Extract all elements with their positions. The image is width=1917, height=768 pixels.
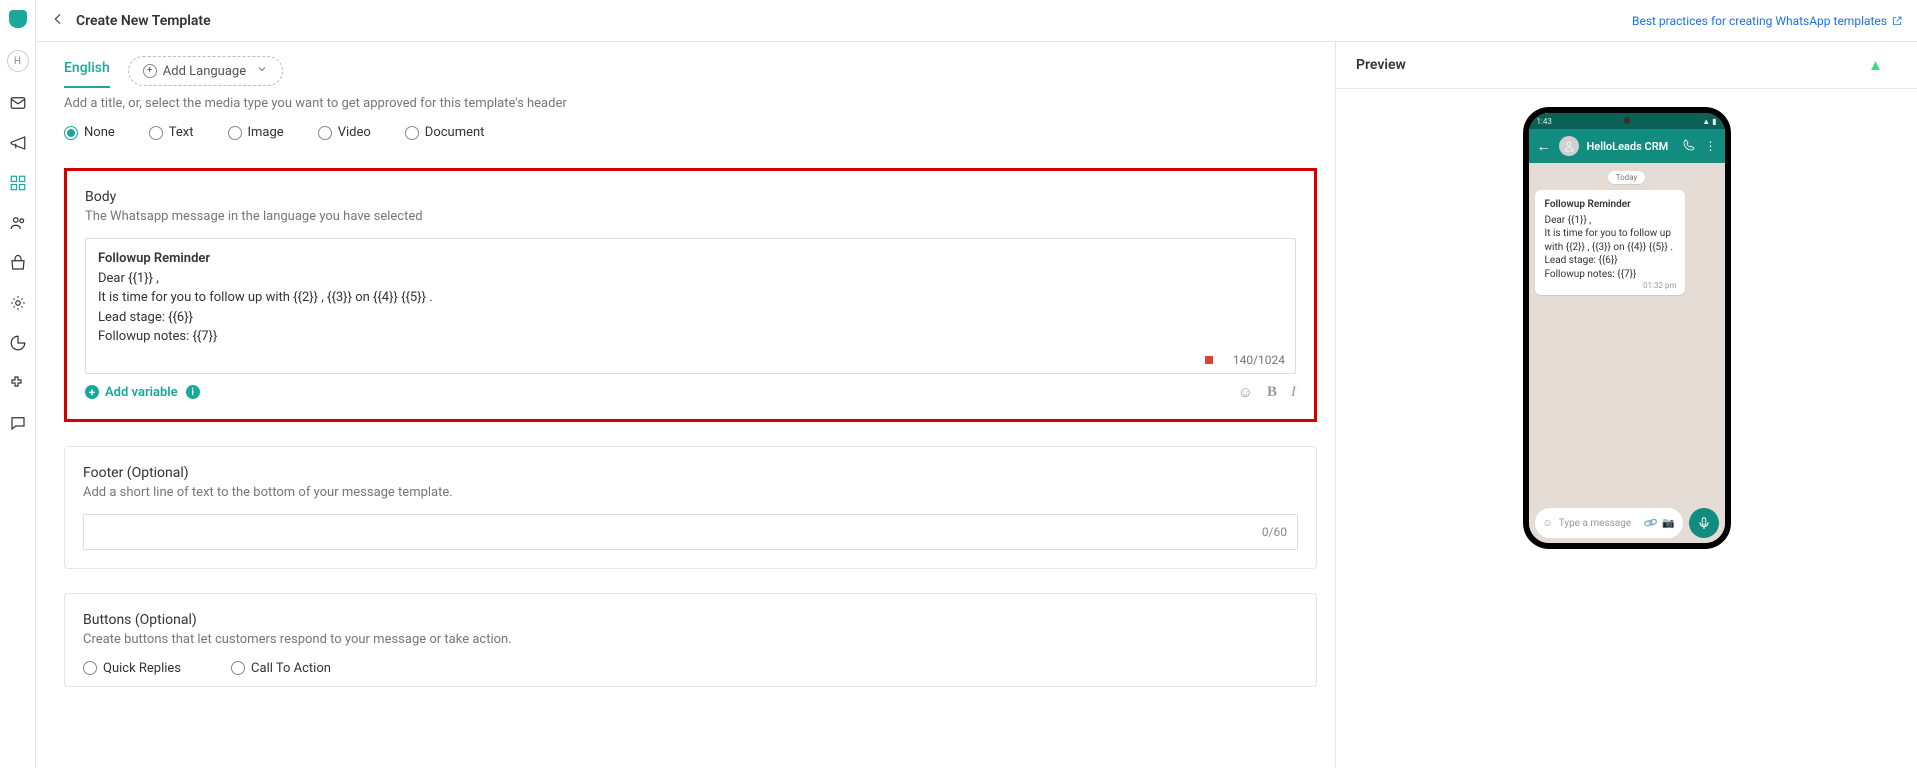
back-arrow-icon[interactable] — [50, 11, 66, 31]
language-tab-english[interactable]: English — [64, 54, 110, 88]
radio-none-label: None — [84, 125, 115, 140]
chevron-down-icon — [256, 63, 268, 79]
add-variable-button[interactable]: + Add variable i — [85, 385, 200, 400]
campaigns-icon[interactable] — [9, 134, 27, 152]
body-section-card: Body The Whatsapp message in the languag… — [64, 168, 1317, 422]
message-title: Followup Reminder — [1545, 198, 1675, 212]
buttons-section-card: Buttons (Optional) Create buttons that l… — [64, 593, 1317, 687]
page-title: Create New Template — [76, 13, 211, 29]
more-icon[interactable]: ⋮ — [1705, 139, 1717, 154]
radio-video-label: Video — [338, 125, 371, 140]
contact-name: HelloLeads CRM — [1587, 140, 1675, 153]
emoji-icon[interactable]: ☺ — [1238, 384, 1253, 401]
preview-title: Preview — [1356, 57, 1406, 73]
body-textarea[interactable]: Followup Reminder Dear {{1}} , It is tim… — [86, 239, 1295, 373]
radio-quick-replies[interactable]: Quick Replies — [83, 661, 181, 676]
header-media-radio-group: None Text Image Video Document — [64, 125, 1317, 140]
body-char-count: 140/1024 — [1205, 353, 1285, 367]
radio-text[interactable]: Text — [149, 125, 194, 140]
add-variable-label: Add variable — [105, 385, 178, 400]
message-bubble: Followup Reminder Dear {{1}} , It is tim… — [1535, 190, 1685, 295]
wa-mic-button[interactable] — [1689, 508, 1719, 538]
wa-input[interactable]: ☺ Type a message 🔗 📷 — [1535, 508, 1683, 538]
plus-circle-icon: + — [143, 64, 157, 78]
phone-mockup: 1:43 ▲ ▮ ← HelloLeads CRM ⋮ — [1523, 107, 1731, 549]
radio-text-label: Text — [169, 125, 194, 140]
contact-avatar — [1559, 136, 1579, 156]
add-language-button[interactable]: + Add Language — [128, 56, 283, 86]
external-link-icon — [1891, 15, 1903, 27]
buttons-section-desc: Create buttons that let customers respon… — [83, 632, 1298, 647]
info-icon: i — [186, 385, 200, 399]
italic-icon[interactable]: I — [1291, 384, 1296, 401]
phone-notch — [1623, 117, 1630, 124]
integrations-icon[interactable] — [9, 374, 27, 392]
footer-section-card: Footer (Optional) Add a short line of te… — [64, 446, 1317, 569]
contacts-icon[interactable] — [9, 214, 27, 232]
settings-icon[interactable] — [9, 294, 27, 312]
wa-back-icon[interactable]: ← — [1537, 138, 1551, 155]
mail-icon[interactable] — [9, 94, 27, 112]
call-icon[interactable] — [1683, 139, 1695, 154]
footer-char-count: 0/60 — [1262, 525, 1287, 539]
wa-input-placeholder: Type a message — [1559, 518, 1638, 529]
wa-emoji-icon: ☺ — [1543, 518, 1553, 529]
radio-call-to-action-label: Call To Action — [251, 661, 331, 676]
footer-input[interactable] — [84, 515, 1297, 549]
wa-attach-icon: 🔗 — [1642, 515, 1658, 531]
add-language-label: Add Language — [163, 64, 246, 79]
plus-icon: + — [85, 385, 99, 399]
templates-icon[interactable] — [9, 174, 27, 192]
analytics-icon[interactable] — [9, 334, 27, 352]
message-time: 01:32 pm — [1643, 281, 1676, 292]
message-body: Dear {{1}} , It is time for you to follo… — [1545, 214, 1675, 282]
today-pill: Today — [1608, 171, 1646, 184]
android-icon[interactable]: ▲ — [1868, 56, 1883, 74]
radio-image[interactable]: Image — [228, 125, 284, 140]
radio-none[interactable]: None — [64, 125, 115, 140]
radio-document[interactable]: Document — [405, 125, 485, 140]
whatsapp-header: ← HelloLeads CRM ⋮ — [1529, 129, 1725, 163]
buttons-section-title: Buttons (Optional) — [83, 612, 1298, 628]
topbar: Create New Template Best practices for c… — [36, 0, 1917, 42]
bold-icon[interactable]: B — [1267, 384, 1277, 401]
help-link[interactable]: Best practices for creating WhatsApp tem… — [1632, 14, 1903, 28]
header-section-desc: Add a title, or, select the media type y… — [64, 96, 1317, 111]
radio-call-to-action[interactable]: Call To Action — [231, 661, 331, 676]
sidebar: H — [0, 0, 36, 768]
chat-icon[interactable] — [9, 414, 27, 432]
radio-video[interactable]: Video — [318, 125, 371, 140]
body-section-title: Body — [85, 189, 1296, 205]
body-section-desc: The Whatsapp message in the language you… — [85, 209, 1296, 224]
footer-section-title: Footer (Optional) — [83, 465, 1298, 481]
radio-document-label: Document — [425, 125, 485, 140]
radio-quick-replies-label: Quick Replies — [103, 661, 181, 676]
lang-indicator-icon — [1205, 356, 1213, 364]
shop-icon[interactable] — [9, 254, 27, 272]
workspace-avatar[interactable]: H — [7, 50, 29, 72]
footer-section-desc: Add a short line of text to the bottom o… — [83, 485, 1298, 500]
body-content-title: Followup Reminder — [98, 251, 210, 266]
body-content-lines: Dear {{1}} , It is time for you to follo… — [98, 271, 433, 345]
radio-image-label: Image — [248, 125, 284, 140]
help-link-label: Best practices for creating WhatsApp tem… — [1632, 14, 1887, 28]
brand-logo — [9, 10, 27, 28]
wa-camera-icon: 📷 — [1662, 518, 1674, 529]
